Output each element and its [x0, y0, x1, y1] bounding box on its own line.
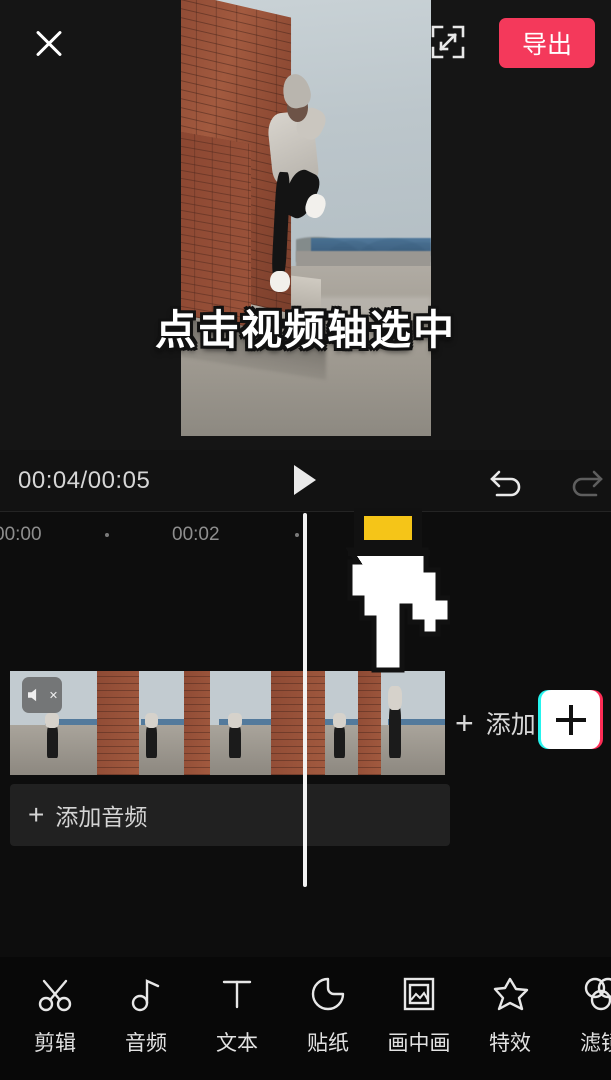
- scissors-icon: [32, 971, 78, 1017]
- add-clip-button[interactable]: + 添加: [455, 671, 536, 775]
- sticker-icon: [305, 971, 351, 1017]
- top-bar: 导出: [0, 0, 611, 88]
- tool-label: 滤镜: [580, 1032, 611, 1055]
- video-thumbnail[interactable]: ✕: [10, 671, 97, 775]
- preview-brick-wall-lower: [181, 130, 251, 328]
- tool-label: 画中画: [387, 1032, 451, 1055]
- redo-icon[interactable]: [566, 466, 606, 498]
- tool-item-clip[interactable]: 剪辑: [9, 971, 101, 1057]
- timecode-display: 00:04/00:05: [18, 467, 151, 494]
- video-editor-app: 点击视频轴选中 导出 00:04/00:05 0:00 00:02 ✕ + 添加…: [0, 0, 611, 1080]
- add-audio-track-button[interactable]: + 添加音频: [10, 784, 450, 846]
- add-clip-plus-icon: +: [455, 705, 474, 741]
- tool-item-pip[interactable]: 画中画: [373, 971, 465, 1057]
- ruler-tick-label: 00:00: [0, 524, 42, 545]
- video-thumbnail[interactable]: [358, 671, 445, 775]
- video-thumbnail[interactable]: [271, 671, 358, 775]
- add-clip-label: 添加: [485, 711, 536, 739]
- mute-speaker-icon[interactable]: ✕: [22, 677, 62, 713]
- close-icon[interactable]: [28, 22, 70, 64]
- star-effects-icon: [487, 971, 533, 1017]
- video-track[interactable]: ✕: [10, 671, 445, 775]
- music-note-icon: [123, 971, 169, 1017]
- tool-label: 贴纸: [307, 1032, 349, 1055]
- tool-label: 特效: [489, 1032, 531, 1055]
- undo-icon[interactable]: [487, 466, 527, 498]
- timeline-panel[interactable]: 00:00 00:02 微信：BJB0S7388 ✕: [0, 512, 611, 957]
- tool-label: 剪辑: [34, 1032, 76, 1055]
- tool-item-effects[interactable]: 特效: [464, 971, 556, 1057]
- video-thumbnail[interactable]: [184, 671, 271, 775]
- filter-circles-icon: [578, 971, 611, 1017]
- person-shoe-left: [270, 270, 290, 293]
- bottom-toolbar: 剪辑 音频 文本 贴纸 画中画 特效 滤: [0, 957, 611, 1080]
- tool-item-audio[interactable]: 音频: [100, 971, 192, 1057]
- player-control-bar: 00:04/00:05: [0, 450, 611, 512]
- tool-item-sticker[interactable]: 贴纸: [282, 971, 374, 1057]
- ruler-tick-dot: [105, 533, 109, 537]
- export-button-label: 导出: [521, 31, 572, 59]
- tool-item-text[interactable]: 文本: [191, 971, 283, 1057]
- add-audio-plus-icon: +: [28, 799, 45, 830]
- video-thumbnail[interactable]: [97, 671, 184, 775]
- preview-person: [256, 71, 336, 314]
- play-icon[interactable]: [294, 465, 316, 495]
- tool-item-filter[interactable]: 滤镜: [555, 971, 611, 1057]
- export-button[interactable]: 导出: [499, 18, 595, 68]
- fullscreen-expand-icon[interactable]: [430, 24, 466, 60]
- ruler-tick-label: 00:02: [172, 524, 220, 545]
- timeline-playhead[interactable]: [303, 513, 307, 887]
- plus-icon[interactable]: [541, 690, 600, 749]
- ruler-tick-dot: [295, 533, 299, 537]
- text-t-icon: [214, 971, 260, 1017]
- tool-label: 音频: [125, 1032, 167, 1055]
- picture-in-picture-icon: [396, 971, 442, 1017]
- tool-label: 文本: [216, 1032, 258, 1055]
- add-audio-label: 添加音频: [55, 804, 148, 830]
